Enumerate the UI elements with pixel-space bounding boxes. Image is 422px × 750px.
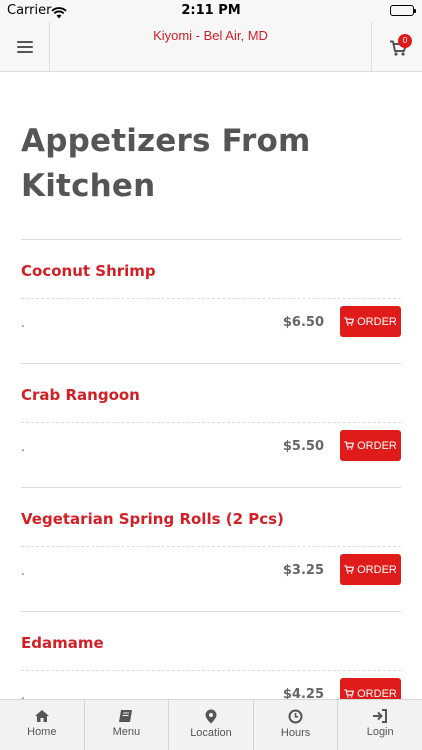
restaurant-title[interactable]: Kiyomi - Bel Air, MD <box>50 28 371 43</box>
status-bar: Carrier 2:11 PM <box>0 0 422 22</box>
home-icon <box>34 710 49 722</box>
order-button[interactable]: ORDER <box>340 306 401 337</box>
dashed-divider <box>21 546 401 547</box>
item-description: . <box>21 440 25 454</box>
tab-home[interactable]: Home <box>0 700 85 750</box>
order-button[interactable]: ORDER <box>340 554 401 585</box>
category-title: Appetizers From Kitchen <box>21 123 311 204</box>
tab-location[interactable]: Location <box>169 700 254 750</box>
tab-label: Location <box>190 727 232 739</box>
clock-time: 2:11 PM <box>181 3 241 18</box>
menu-line <box>16 46 33 48</box>
item-price: $3.25 <box>282 563 324 578</box>
tab-hours[interactable]: Hours <box>254 700 339 750</box>
menu-content[interactable]: Appetizers From Kitchen Coconut Shrimp .… <box>0 73 422 699</box>
tab-label: Home <box>27 726 57 738</box>
menu-item: Edamame . $4.25 ORDER <box>21 612 401 699</box>
battery-icon <box>390 5 416 16</box>
cart-button[interactable]: 0 <box>371 22 422 72</box>
tab-menu[interactable]: Menu <box>85 700 170 750</box>
dashed-divider <box>21 670 401 671</box>
item-price: $5.50 <box>282 439 324 454</box>
item-price: $6.50 <box>282 315 324 330</box>
tab-login[interactable]: Login <box>338 700 422 750</box>
tab-label: Hours <box>280 727 311 739</box>
item-name[interactable]: Vegetarian Spring Rolls (2 Pcs) <box>21 510 284 528</box>
item-name[interactable]: Crab Rangoon <box>21 386 140 404</box>
order-label: ORDER <box>357 315 397 328</box>
cart-icon <box>344 688 355 698</box>
order-label: ORDER <box>357 563 397 576</box>
order-label: ORDER <box>357 439 397 452</box>
app-header: Kiyomi - Bel Air, MD 0 <box>0 22 422 72</box>
menu-item: Crab Rangoon . $5.50 ORDER <box>21 364 401 488</box>
tab-label: Login <box>366 726 394 738</box>
sign-in-icon <box>373 709 388 723</box>
dashed-divider <box>21 422 401 423</box>
bottom-tab-bar: Home Menu Location Hours Login <box>0 699 422 750</box>
map-marker-icon <box>205 709 217 724</box>
item-description: . <box>21 688 25 699</box>
menu-line <box>16 51 33 53</box>
item-description: . <box>21 564 25 578</box>
dashed-divider <box>21 298 401 299</box>
item-description: . <box>21 316 25 330</box>
clock-icon <box>288 709 303 724</box>
order-label: ORDER <box>357 687 397 700</box>
order-button[interactable]: ORDER <box>340 430 401 461</box>
cart-icon <box>344 316 355 326</box>
item-name[interactable]: Coconut Shrimp <box>21 262 156 280</box>
book-icon <box>119 710 133 722</box>
item-name[interactable]: Edamame <box>21 634 104 652</box>
tab-label: Menu <box>112 726 141 738</box>
cart-icon <box>344 440 355 450</box>
menu-item: Vegetarian Spring Rolls (2 Pcs) . $3.25 … <box>21 488 401 612</box>
cart-icon <box>344 564 355 574</box>
order-button[interactable]: ORDER <box>340 678 401 699</box>
item-price: $4.25 <box>282 687 324 699</box>
menu-line <box>16 41 33 43</box>
menu-item: Coconut Shrimp . $6.50 ORDER <box>21 240 401 364</box>
hamburger-menu-button[interactable] <box>0 22 50 72</box>
cart-count-badge: 0 <box>398 34 412 48</box>
